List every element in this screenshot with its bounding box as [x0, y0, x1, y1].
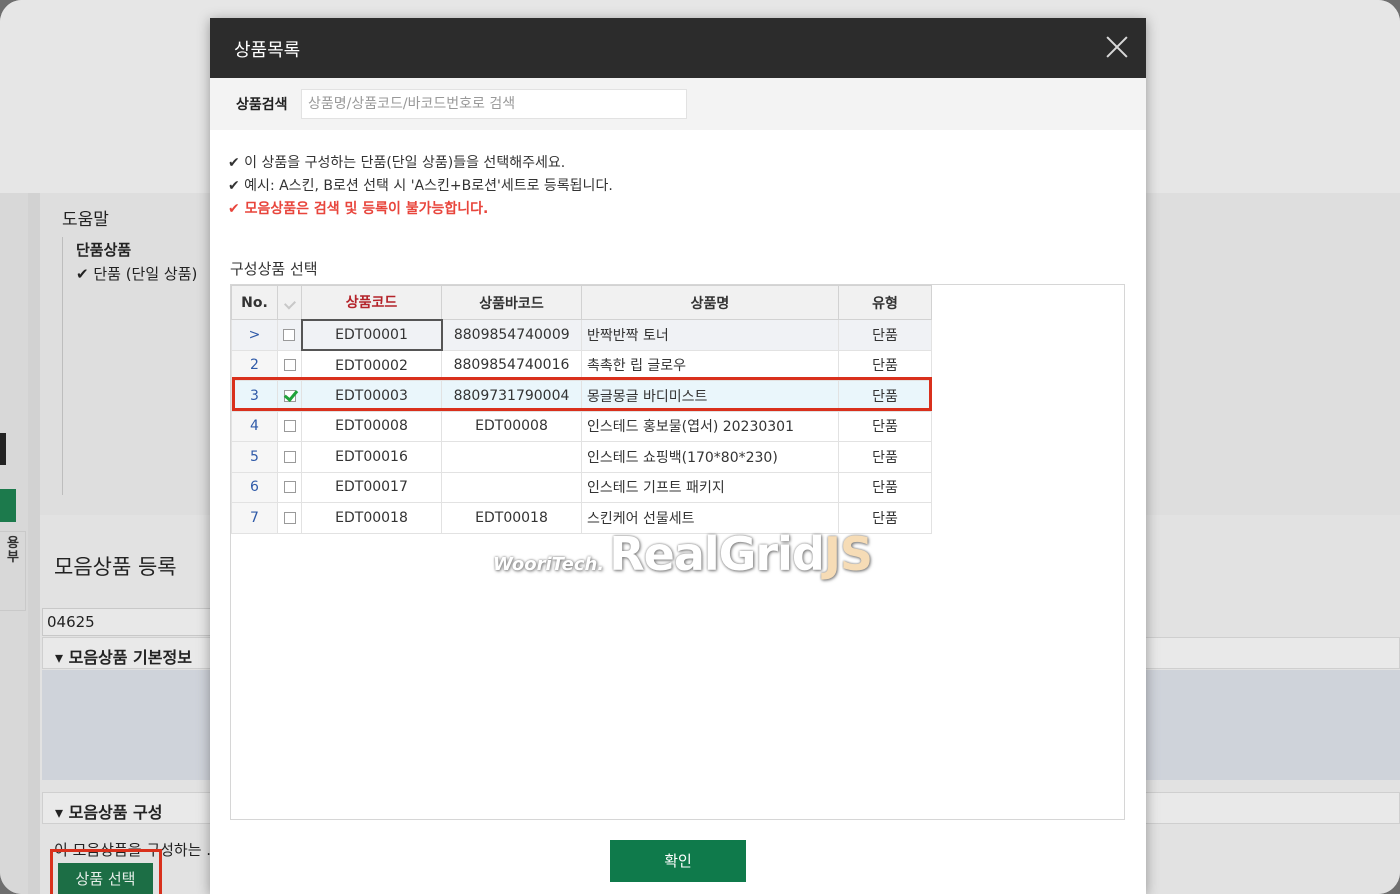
row-code[interactable]: EDT00002	[301, 349, 442, 381]
check-all-icon[interactable]	[283, 296, 296, 310]
screen: 용 부 도움말 단품상품 ✔ 단품 (단일 상품) 모음상품 등록 04625 …	[0, 0, 1400, 894]
row-code[interactable]: EDT00008	[301, 410, 442, 442]
row-checkbox[interactable]	[283, 420, 296, 433]
select-button-highlight	[50, 849, 162, 894]
watermark-suffix: JS	[823, 527, 873, 581]
row-number: >	[231, 319, 278, 351]
confirm-button[interactable]: 확인	[610, 840, 746, 882]
row-barcode[interactable]	[441, 471, 582, 503]
table-row[interactable]: 2 EDT00002 8809854740016 촉촉한 립 글로우 단품	[231, 349, 932, 381]
row-name[interactable]: 인스테드 기프트 패키지	[581, 471, 839, 503]
left-indicator	[0, 433, 6, 465]
product-grid: No. 상품코드 상품바코드 상품명 유형 > EDT00001 8809854…	[230, 284, 1125, 820]
row-type[interactable]: 단품	[838, 349, 932, 381]
row-barcode[interactable]	[441, 441, 582, 473]
help-subtitle: 단품상품	[76, 241, 132, 259]
row-check-cell[interactable]	[277, 471, 302, 503]
notice-line-2: ✔ 예시: A스킨, B로션 선택 시 'A스킨+B로션'세트로 등록됩니다.	[228, 178, 613, 194]
row-barcode[interactable]: 8809854740009	[441, 319, 582, 351]
row-number: 4	[231, 410, 278, 442]
row-name[interactable]: 인스테드 홍보물(엽서) 20230301	[581, 410, 839, 442]
help-divider	[62, 237, 63, 495]
left-separator	[28, 193, 40, 894]
search-input[interactable]	[301, 89, 687, 119]
row-number: 2	[231, 349, 278, 381]
row-name[interactable]: 촉촉한 립 글로우	[581, 349, 839, 381]
row-code[interactable]: EDT00016	[301, 441, 442, 473]
row-name[interactable]: 인스테드 쇼핑백(170*80*230)	[581, 441, 839, 473]
help-item: ✔ 단품 (단일 상품)	[76, 265, 198, 283]
row-checkbox[interactable]	[283, 511, 296, 524]
header-barcode[interactable]: 상품바코드	[441, 285, 582, 320]
left-green-button[interactable]	[0, 489, 16, 522]
header-check[interactable]	[277, 285, 302, 320]
row-check-cell[interactable]	[277, 349, 302, 381]
table-row[interactable]: 4 EDT00008 EDT00008 인스테드 홍보물(엽서) 2023030…	[231, 410, 932, 442]
selected-row-highlight	[232, 377, 932, 411]
watermark-product: RealGrid	[609, 527, 825, 581]
row-type[interactable]: 단품	[838, 471, 932, 503]
row-number: 6	[231, 471, 278, 503]
modal-title: 상품목록	[234, 40, 301, 61]
left-sidebar: 용 부	[0, 193, 28, 894]
row-checkbox[interactable]	[283, 450, 296, 463]
header-type[interactable]: 유형	[838, 285, 932, 320]
row-barcode[interactable]: 8809854740016	[441, 349, 582, 381]
row-checkbox[interactable]	[283, 359, 296, 372]
notice-line-1: ✔ 이 상품을 구성하는 단품(단일 상품)들을 선택해주세요.	[228, 155, 566, 171]
row-check-cell[interactable]	[277, 502, 302, 534]
header-no[interactable]: No.	[231, 285, 278, 320]
row-number: 5	[231, 441, 278, 473]
row-code[interactable]: EDT00017	[301, 471, 442, 503]
grid-label: 구성상품 선택	[230, 260, 318, 278]
row-number: 7	[231, 502, 278, 534]
page-title: 모음상품 등록	[54, 555, 177, 579]
notice-warning: ✔ 모음상품은 검색 및 등록이 불가능합니다.	[228, 201, 489, 217]
row-code[interactable]: EDT00018	[301, 502, 442, 534]
row-type[interactable]: 단품	[838, 441, 932, 473]
watermark-brand: WooriTech.	[493, 554, 605, 575]
table-row[interactable]: > EDT00001 8809854740009 반짝반짝 토너 단품	[231, 318, 932, 351]
grid-header-row: No. 상품코드 상품바코드 상품명 유형	[231, 285, 932, 320]
row-code[interactable]: EDT00001	[300, 318, 443, 351]
row-checkbox[interactable]	[283, 481, 296, 494]
row-check-cell[interactable]	[277, 410, 302, 442]
search-bar: 상품검색	[210, 78, 1146, 130]
search-label: 상품검색	[236, 97, 288, 113]
row-type[interactable]: 단품	[838, 319, 932, 351]
row-type[interactable]: 단품	[838, 410, 932, 442]
product-list-modal: 상품목록 상품검색 ✔ 이 상품을 구성하는 단품(단일 상품)들을 선택해주세…	[210, 18, 1146, 894]
row-barcode[interactable]: EDT00008	[441, 410, 582, 442]
row-name[interactable]: 반짝반짝 토너	[581, 319, 839, 351]
header-code[interactable]: 상품코드	[301, 285, 442, 320]
row-checkbox[interactable]	[283, 328, 296, 341]
row-check-cell[interactable]	[277, 319, 302, 351]
left-vertical-label: 용 부	[7, 536, 19, 565]
realgrid-watermark: WooriTech. RealGridJS	[493, 527, 873, 581]
table-row[interactable]: 6 EDT00017 인스테드 기프트 패키지 단품	[231, 471, 932, 503]
close-icon[interactable]	[1104, 34, 1130, 60]
header-name[interactable]: 상품명	[581, 285, 839, 320]
help-title: 도움말	[62, 210, 109, 230]
table-row[interactable]: 5 EDT00016 인스테드 쇼핑백(170*80*230) 단품	[231, 441, 932, 473]
row-check-cell[interactable]	[277, 441, 302, 473]
modal-header: 상품목록	[210, 18, 1146, 78]
